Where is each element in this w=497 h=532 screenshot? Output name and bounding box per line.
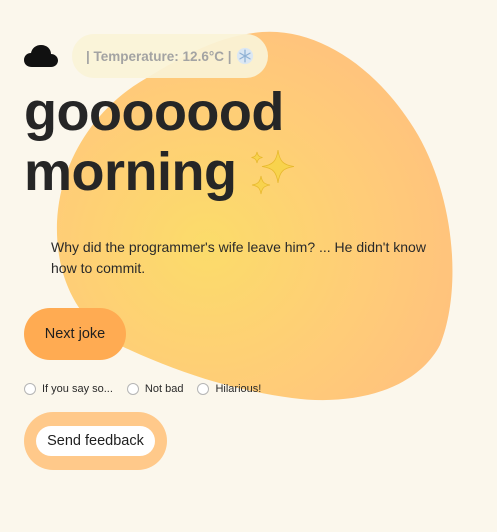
cloud-icon <box>24 45 58 67</box>
greeting-line-2: morning <box>24 142 237 202</box>
rating-group: If you say so... Not bad Hilarious! <box>24 383 275 395</box>
greeting-line-2-row: morning <box>24 142 302 202</box>
rating-label: Hilarious! <box>215 383 262 395</box>
sparkles-icon <box>251 149 295 194</box>
radio-icon[interactable] <box>126 383 139 395</box>
radio-icon[interactable] <box>197 383 210 395</box>
greeting-line-1: gooooood <box>24 82 284 142</box>
send-feedback-button[interactable]: Send feedback <box>36 426 155 456</box>
next-joke-button[interactable]: Next joke <box>24 308 126 360</box>
rating-option-if-you-say-so[interactable]: If you say so... <box>24 383 113 395</box>
temperature-text: | Temperature: 12.6°C | <box>86 48 232 64</box>
snowflake-icon <box>236 47 253 65</box>
joke-text: Why did the programmer's wife leave him?… <box>51 239 426 276</box>
rating-option-hilarious[interactable]: Hilarious! <box>197 383 261 395</box>
greeting-headline: gooooood morning <box>24 82 302 202</box>
feedback-container: Send feedback <box>24 412 167 470</box>
weather-bar: | Temperature: 12.6°C | <box>24 34 268 78</box>
rating-label: If you say so... <box>42 383 113 395</box>
radio-icon[interactable] <box>24 383 36 395</box>
temperature-pill: | Temperature: 12.6°C | <box>72 34 268 78</box>
rating-option-not-bad[interactable]: Not bad <box>126 383 184 395</box>
rating-label: Not bad <box>144 383 184 395</box>
